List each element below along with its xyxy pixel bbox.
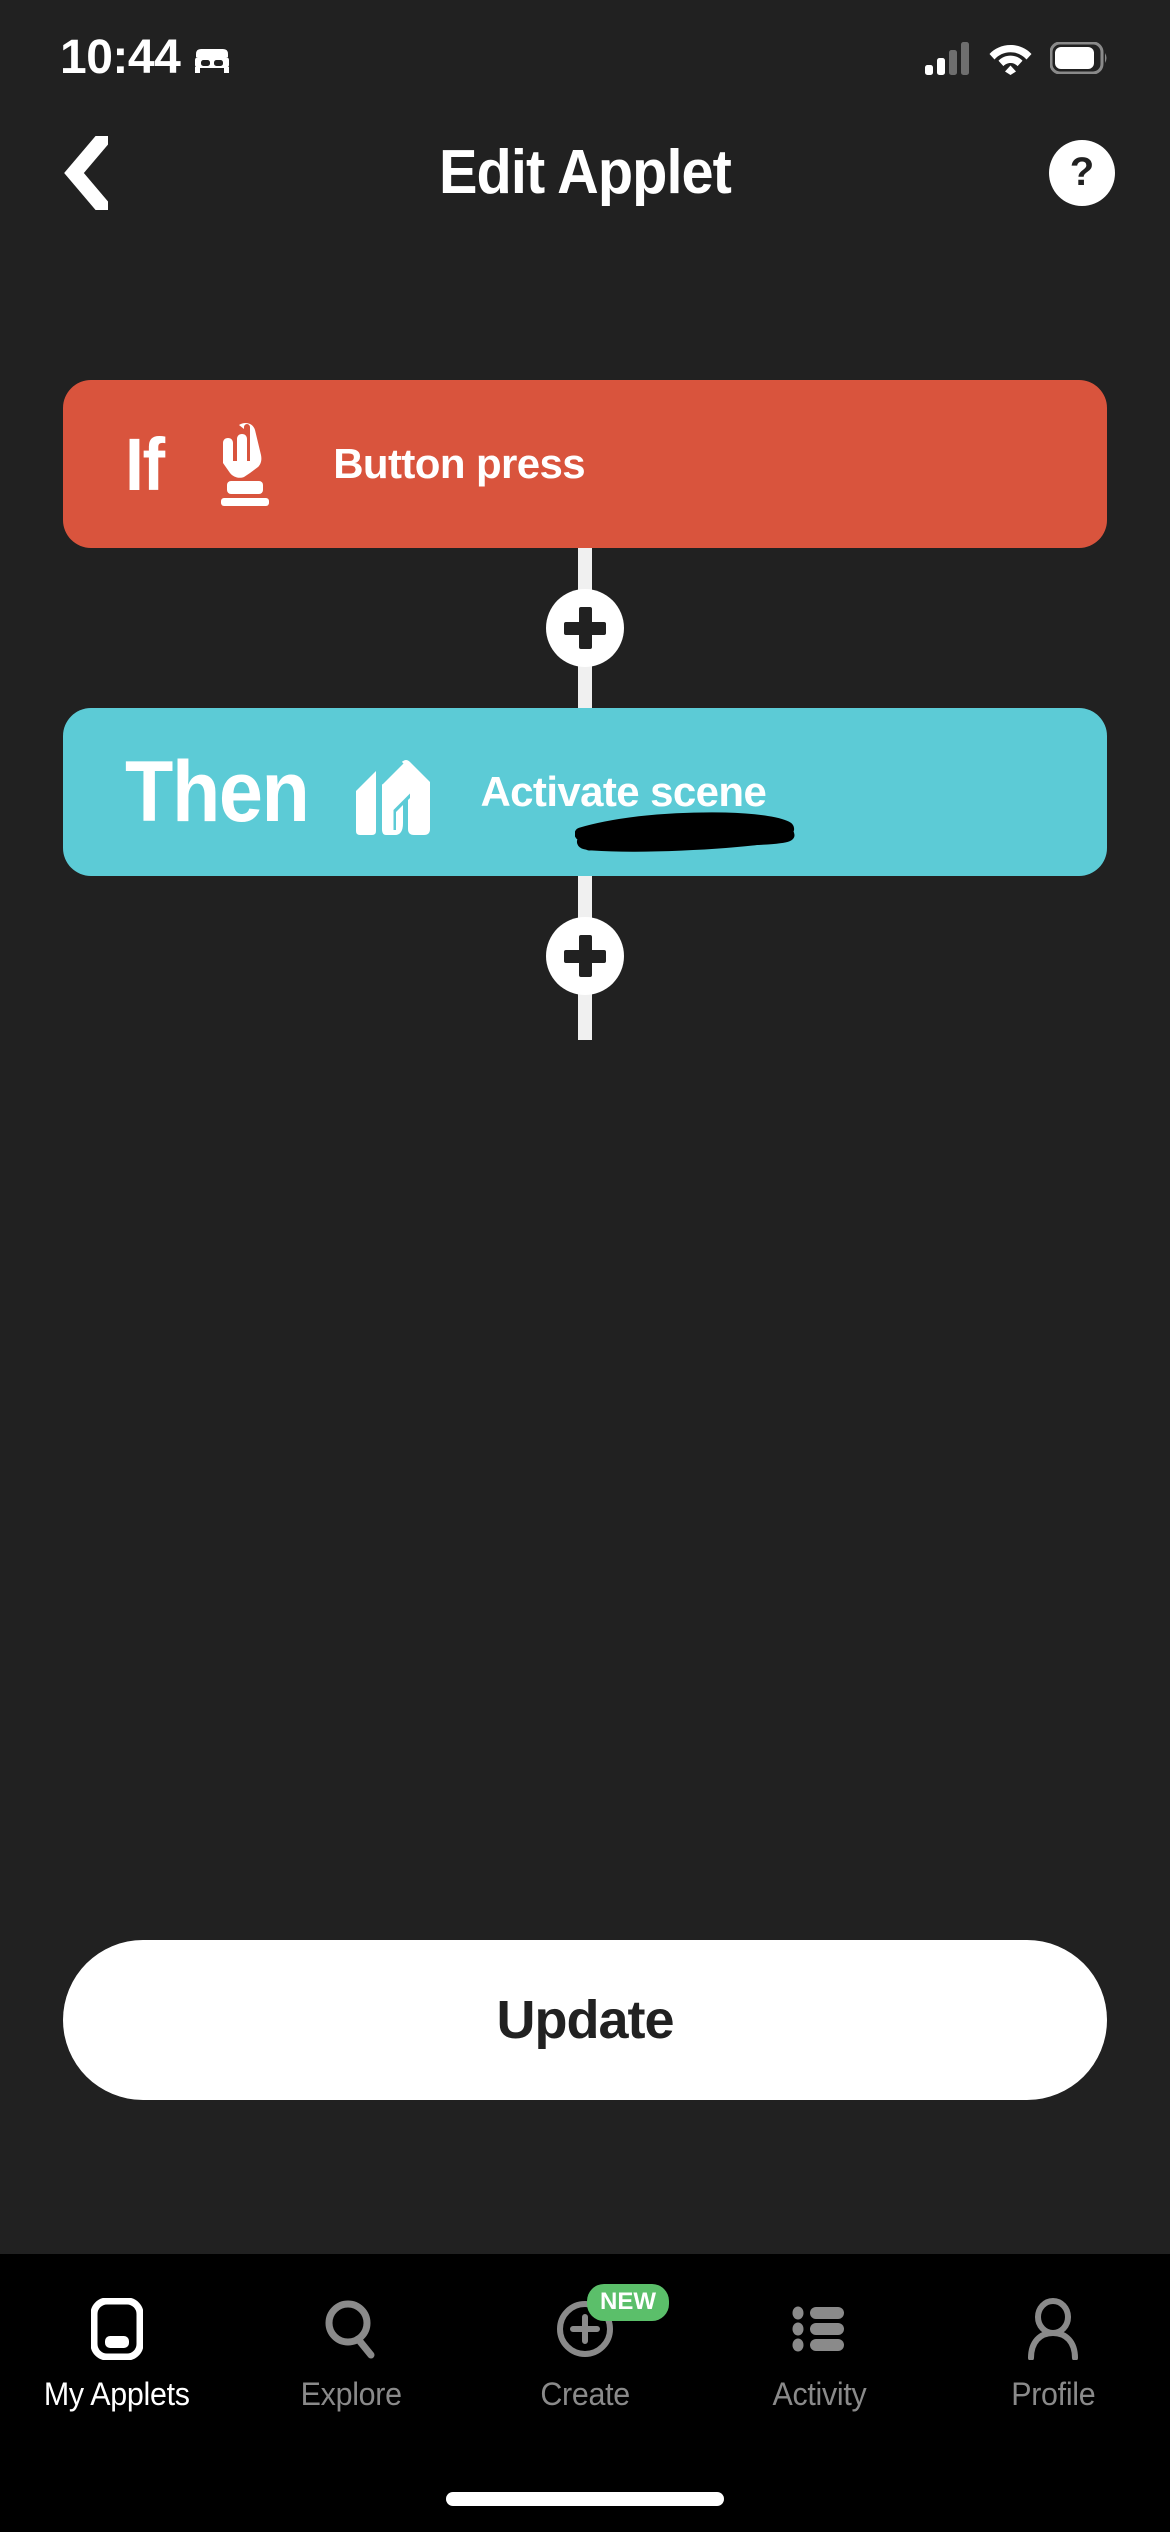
tab-profile[interactable]: Profile <box>936 2298 1170 2413</box>
tab-explore[interactable]: Explore <box>234 2298 468 2413</box>
plus-circle-icon: NEW <box>555 2284 669 2360</box>
status-bar-left: 10:44 <box>60 30 230 84</box>
update-button[interactable]: Update <box>63 1940 1107 2100</box>
bottom-tab-bar: My Applets Explore NEW Create Activity P… <box>0 2254 1170 2532</box>
add-action-connector <box>0 872 1170 1040</box>
update-button-label: Update <box>496 1990 674 2050</box>
tab-label-create: Create <box>540 2376 630 2412</box>
help-button-label: ? <box>1069 150 1095 194</box>
then-service-text: Activate scene <box>480 768 767 815</box>
help-button[interactable]: ? <box>1049 139 1115 206</box>
add-trigger-button[interactable] <box>546 589 624 667</box>
list-icon <box>792 2298 846 2360</box>
page-title: Edit Applet <box>439 138 732 207</box>
if-service-text: Button press <box>333 440 586 487</box>
tab-label-my-applets: My Applets <box>44 2376 190 2412</box>
create-new-badge: NEW <box>587 2284 669 2321</box>
home-indicator <box>446 2492 724 2506</box>
cellular-signal-icon <box>925 41 969 75</box>
if-trigger-card[interactable]: If Button press <box>63 380 1107 548</box>
then-keyword: Then <box>125 743 310 840</box>
person-icon <box>1024 2298 1082 2360</box>
battery-icon <box>1050 41 1107 74</box>
app-header: Edit Applet ? <box>0 115 1170 230</box>
tab-label-profile: Profile <box>1010 2376 1096 2412</box>
tab-label-activity: Activity <box>771 2376 866 2412</box>
status-bar-right <box>925 41 1108 75</box>
my-applets-icon <box>91 2298 143 2360</box>
wifi-icon <box>989 44 1032 75</box>
applet-flow: If Button press Then Activate scene <box>0 380 1170 1040</box>
app-screen: 10:44 Edit Applet ? If Button press Then… <box>0 0 1170 2532</box>
tab-label-explore: Explore <box>300 2376 402 2412</box>
add-trigger-connector <box>0 544 1170 712</box>
button-press-icon <box>209 419 281 509</box>
tab-create[interactable]: NEW Create <box>468 2284 702 2413</box>
tab-activity[interactable]: Activity <box>702 2298 936 2413</box>
tab-my-applets[interactable]: My Applets <box>0 2298 234 2413</box>
add-action-button[interactable] <box>546 917 624 995</box>
then-action-card[interactable]: Then Activate scene <box>63 708 1107 876</box>
bed-icon <box>195 48 230 73</box>
home-assistant-icon <box>352 751 446 837</box>
status-bar-clock: 10:44 <box>60 30 181 84</box>
search-icon <box>323 2298 379 2360</box>
status-bar: 10:44 <box>0 0 1170 115</box>
if-keyword: If <box>125 422 165 506</box>
